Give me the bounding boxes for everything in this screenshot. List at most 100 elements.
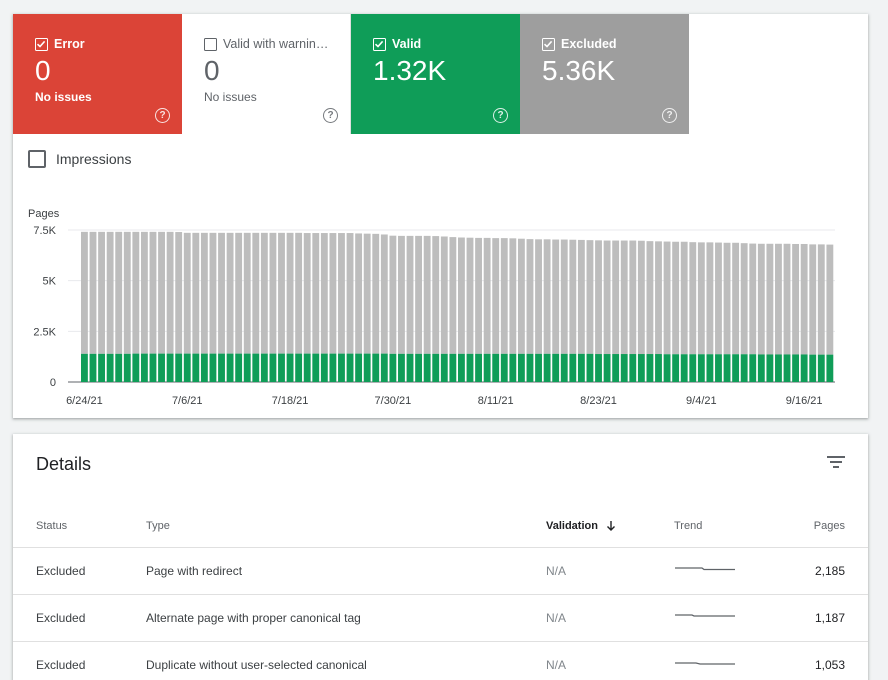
help-icon[interactable]: ?: [493, 108, 508, 123]
bar-valid: [200, 353, 208, 382]
bar-valid: [226, 353, 234, 382]
details-title: Details: [36, 454, 92, 474]
bar-excluded: [740, 243, 748, 355]
bar-excluded: [680, 241, 688, 355]
row-trend: [674, 594, 774, 642]
bar-valid: [732, 354, 740, 382]
tile-label: Valid with warnin…: [223, 37, 329, 51]
bar-valid: [81, 353, 88, 382]
bar-valid: [192, 353, 200, 382]
table-row[interactable]: Excluded Duplicate without user-selected…: [13, 641, 868, 680]
bar-excluded: [166, 231, 174, 354]
bar-excluded: [458, 237, 465, 354]
bar-valid: [655, 354, 662, 382]
bar-valid: [132, 353, 140, 382]
bar-valid: [398, 353, 405, 382]
tile-valid[interactable]: Valid 1.32K ?: [351, 14, 520, 134]
bar-valid: [629, 354, 637, 382]
bar-valid: [260, 353, 268, 382]
bar-valid: [295, 353, 303, 382]
bar-valid: [749, 354, 757, 382]
bar-excluded: [500, 238, 508, 354]
details-table: Status Type Validation Trend Pages Exclu…: [13, 506, 868, 680]
bar-valid: [577, 353, 585, 382]
x-tick-label: 9/4/21: [686, 395, 717, 407]
bar-excluded: [303, 233, 311, 354]
help-icon[interactable]: ?: [155, 108, 170, 123]
bar-valid: [595, 354, 602, 382]
bar-excluded: [783, 243, 791, 355]
bar-excluded: [149, 231, 157, 354]
bar-excluded: [218, 232, 225, 354]
bar-valid: [286, 353, 294, 382]
x-tick-label: 8/23/21: [580, 395, 617, 407]
bar-excluded: [706, 242, 714, 355]
bar-valid: [183, 353, 191, 382]
filter-icon[interactable]: [826, 454, 846, 470]
bar-valid: [389, 353, 397, 382]
bar-valid: [783, 354, 791, 382]
bar-valid: [792, 354, 800, 382]
column-header-validation[interactable]: Validation: [546, 506, 674, 548]
bar-excluded: [380, 234, 388, 354]
bar-excluded: [732, 242, 740, 355]
bar-excluded: [355, 233, 363, 354]
bar-excluded: [595, 240, 602, 355]
y-axis-label: Pages: [28, 208, 60, 220]
bar-valid: [800, 354, 808, 382]
column-header-status[interactable]: Status: [13, 506, 146, 548]
tile-valid-with-warnings[interactable]: Valid with warnin… 0 No issues ?: [182, 14, 351, 134]
bar-excluded: [200, 232, 208, 354]
bar-valid: [620, 354, 628, 382]
y-tick-label: 2.5K: [33, 326, 56, 338]
bar-valid: [432, 353, 440, 382]
row-type: Duplicate without user-selected canonica…: [146, 641, 546, 680]
bar-valid: [338, 353, 345, 382]
bar-valid: [372, 353, 380, 382]
bar-valid: [475, 353, 482, 382]
trend-sparkline: [675, 613, 735, 617]
bar-excluded: [775, 243, 782, 355]
bar-valid: [466, 353, 474, 382]
tile-error[interactable]: Error 0 No issues ?: [13, 14, 182, 134]
tile-label: Valid: [392, 37, 422, 51]
bar-excluded: [637, 240, 645, 355]
bar-excluded: [320, 233, 328, 354]
bar-valid: [449, 353, 457, 382]
bar-valid: [826, 354, 834, 382]
y-tick-label: 7.5K: [33, 225, 56, 237]
bar-valid: [166, 353, 174, 382]
bar-excluded: [809, 244, 817, 355]
bar-excluded: [723, 242, 731, 355]
bar-valid: [586, 353, 594, 382]
column-header-type[interactable]: Type: [146, 506, 546, 548]
bar-valid: [243, 353, 251, 382]
bar-valid: [423, 353, 431, 382]
help-icon[interactable]: ?: [662, 108, 677, 123]
bar-valid: [98, 353, 105, 382]
bar-excluded: [260, 232, 268, 354]
tile-excluded[interactable]: Excluded 5.36K ?: [520, 14, 689, 134]
bar-excluded: [235, 232, 243, 354]
bar-valid: [363, 353, 371, 382]
bar-valid: [440, 353, 448, 382]
checkbox-unchecked-icon[interactable]: [28, 150, 46, 168]
row-type: Alternate page with proper canonical tag: [146, 594, 546, 642]
x-tick-label: 8/11/21: [478, 395, 514, 407]
help-icon[interactable]: ?: [323, 108, 338, 123]
column-header-trend: Trend: [674, 506, 774, 548]
sort-arrow-down-icon: [606, 521, 615, 532]
impressions-toggle[interactable]: Impressions: [28, 150, 131, 168]
bar-valid: [535, 353, 542, 382]
bar-excluded: [560, 239, 568, 354]
tile-label: Excluded: [561, 37, 617, 51]
bar-excluded: [183, 232, 191, 354]
table-row[interactable]: Excluded Alternate page with proper cano…: [13, 594, 868, 642]
table-header-row: Status Type Validation Trend Pages: [13, 506, 868, 548]
row-validation: N/A: [546, 641, 674, 680]
bar-excluded: [535, 239, 542, 354]
row-status: Excluded: [13, 547, 146, 595]
bar-excluded: [612, 240, 620, 355]
column-header-pages[interactable]: Pages: [774, 506, 868, 548]
table-row[interactable]: Excluded Page with redirect N/A 2,185: [13, 547, 868, 595]
